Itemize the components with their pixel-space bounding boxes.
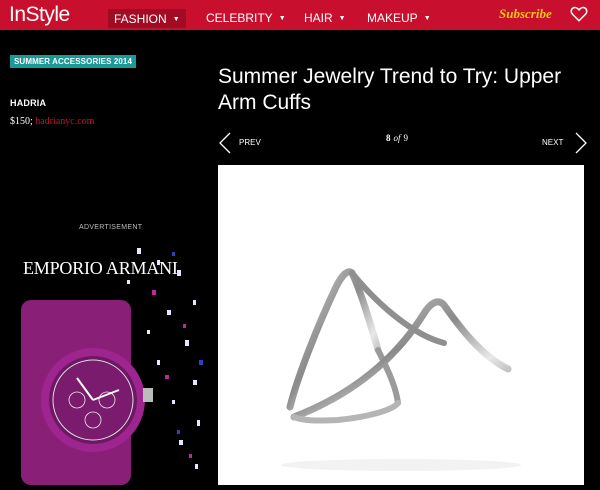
counter-of: of (393, 133, 401, 143)
arm-cuff-image (281, 268, 521, 471)
nav-fashion[interactable]: FASHION ▼ (108, 9, 186, 28)
chevron-right-icon (575, 132, 587, 154)
current-slide: 8 (386, 133, 391, 143)
nav-makeup[interactable]: MAKEUP ▼ (367, 8, 431, 28)
retailer-link[interactable]: hadrianyc.com (35, 116, 94, 127)
nav-celebrity-label: CELEBRITY (206, 11, 273, 25)
advertisement-banner[interactable]: EMPORIO ARMANI (7, 240, 205, 485)
top-navbar: InStyle FASHION ▼ CELEBRITY ▼ HAIR ▼ MAKEUP… (0, 0, 600, 30)
article-title: Summer Jewelry Trend to Try: Upper Arm C… (218, 65, 562, 114)
chevron-down-icon: ▼ (423, 14, 431, 22)
next-button[interactable]: NEXT (542, 132, 588, 154)
chevron-left-icon (219, 132, 231, 154)
product-price: $150; (10, 116, 33, 127)
product-brand: HADRIA (10, 98, 47, 108)
nav-celebrity[interactable]: CELEBRITY ▼ (206, 8, 286, 28)
slide-counter: 8 of 9 (386, 133, 408, 143)
next-label: NEXT (542, 138, 564, 147)
product-price-line: $150; hadrianyc.com (10, 116, 94, 127)
chevron-down-icon: ▼ (278, 14, 286, 22)
ad-brand-logo: EMPORIO ARMANI (23, 258, 178, 278)
chevron-down-icon: ▼ (172, 15, 180, 23)
product-photo (218, 165, 584, 485)
total-slides: 9 (403, 133, 409, 143)
nav-fashion-label: FASHION (114, 12, 167, 26)
instyle-logo[interactable]: InStyle (9, 3, 70, 27)
ad-label: ADVERTISEMENT (79, 224, 143, 231)
category-tag[interactable]: SUMMER ACCESSORIES 2014 (10, 55, 137, 68)
nav-hair[interactable]: HAIR ▼ (304, 8, 346, 28)
prev-label: PREV (239, 138, 261, 147)
nav-hair-label: HAIR (304, 11, 333, 25)
heart-icon[interactable] (570, 5, 588, 23)
subscribe-link[interactable]: Subscribe (499, 6, 552, 22)
nav-makeup-label: MAKEUP (367, 11, 418, 25)
chevron-down-icon: ▼ (338, 14, 346, 22)
